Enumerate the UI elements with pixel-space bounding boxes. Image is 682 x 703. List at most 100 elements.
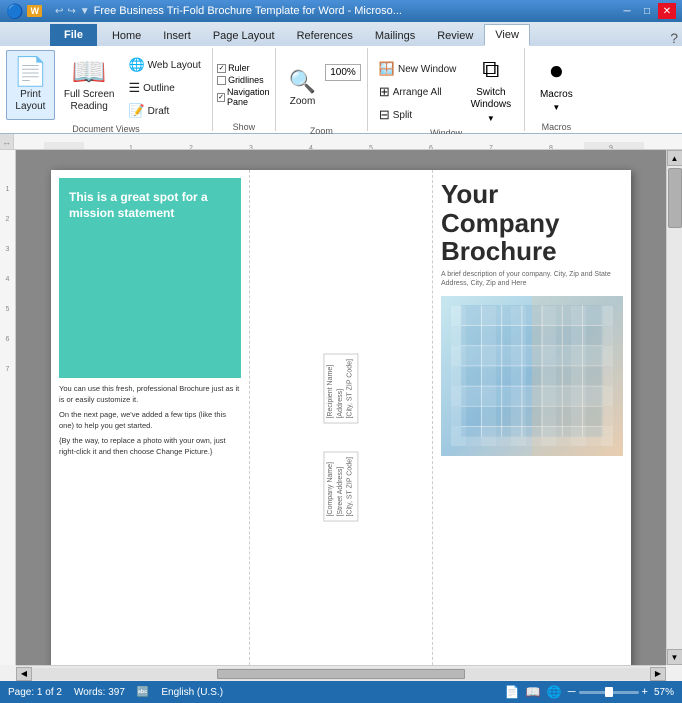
ribbon: 📄 PrintLayout 📖 Full ScreenReading 🌐 Web… [0,46,682,134]
close-button[interactable]: ✕ [658,3,676,19]
outline-button[interactable]: ☰ Outline [123,77,205,99]
brochure-col-mid: [Recipient Name] [Address] [City, ST ZIP… [250,170,433,665]
ribbon-group-macros: ⏺ Macros ▼ Macros [525,48,587,131]
document-area: 1 2 3 4 5 6 7 This is a great spot for a… [0,150,682,665]
scroll-thumb[interactable] [668,168,682,228]
para1: You can use this fresh, professional Bro… [59,384,241,405]
vertical-scrollbar[interactable]: ▲ ▼ [666,150,682,665]
print-layout-button[interactable]: 📄 PrintLayout [6,50,55,120]
switch-windows-button[interactable]: ⧉ SwitchWindows ▼ [463,54,518,124]
navbar-checkbox[interactable] [217,93,225,102]
svg-text:6: 6 [429,145,433,151]
ribbon-group-show: Ruler Gridlines Navigation Pane Show [213,48,276,131]
web-layout-icon: 🌐 [128,57,144,73]
view-reading-icon[interactable]: 📖 [526,685,541,699]
arrange-all-button[interactable]: ⊞ Arrange All [374,81,462,103]
svg-text:9: 9 [609,145,613,151]
view-web-icon[interactable]: 🌐 [547,685,562,699]
zoom-slider[interactable]: ─ + [568,686,648,698]
svg-text:3: 3 [249,145,253,151]
document-page: This is a great spot for a mission state… [51,170,631,665]
status-left: Page: 1 of 2 Words: 397 🔤 English (U.S.) [8,687,223,698]
company-title: Your Company Brochure [441,180,623,266]
svg-text:4: 4 [309,145,313,151]
tab-references[interactable]: References [286,24,364,46]
mission-heading: This is a great spot for a mission state… [69,190,231,221]
ribbon-group-zoom: 🔍 Zoom 100% Zoom [276,48,368,131]
spell-check-icon[interactable]: 🔤 [137,687,149,698]
page-info: Page: 1 of 2 [8,687,62,698]
new-window-icon: 🪟 [379,61,395,77]
teal-mission-box: This is a great spot for a mission state… [59,178,241,378]
svg-text:8: 8 [549,145,553,151]
ribbon-group-window: 🪟 New Window ⊞ Arrange All ⊟ Split ⧉ Swi… [368,48,526,131]
status-right: 📄 📖 🌐 ─ + 57% [505,685,674,699]
tab-mailings[interactable]: Mailings [364,24,426,46]
recipient-address: [Recipient Name] [Address] [City, ST ZIP… [323,354,358,424]
print-layout-icon: 📄 [13,58,48,86]
window-title: Free Business Tri-Fold Brochure Template… [94,5,402,17]
body-text-block: You can use this fresh, professional Bro… [59,384,241,457]
show-button[interactable]: Ruler Gridlines Navigation Pane [219,50,269,120]
title-bar: 🔵 W ↩ ↪ ▼ Free Business Tri-Fold Brochur… [0,0,682,22]
tab-insert[interactable]: Insert [152,24,202,46]
horizontal-scrollbar[interactable]: ◀ ▶ [16,665,666,681]
draft-icon: 📝 [128,103,144,119]
zoom-icon: 🔍 [289,71,316,93]
draft-button[interactable]: 📝 Draft [123,100,205,122]
scroll-down-button[interactable]: ▼ [667,649,682,665]
zoom-in-button[interactable]: + [642,686,648,698]
show-label: Show [233,120,256,132]
tab-file[interactable]: File [50,24,97,46]
building-image [441,296,623,456]
tab-home[interactable]: Home [101,24,152,46]
svg-text:5: 5 [369,145,373,151]
horizontal-ruler: ↔ 1 2 3 4 5 6 7 [0,134,682,150]
brochure-col-left: This is a great spot for a mission state… [51,170,250,665]
zoom-percent[interactable]: 57% [654,687,674,698]
para3: {By the way, to replace a photo with you… [59,436,241,457]
full-screen-icon: 📖 [72,58,107,86]
h-scroll-thumb[interactable] [217,669,464,679]
view-normal-icon[interactable]: 📄 [505,685,520,699]
macros-label: Macros [542,120,572,132]
svg-text:7: 7 [489,145,493,151]
view-small-buttons: 🌐 Web Layout ☰ Outline 📝 Draft [123,50,205,122]
zoom-button[interactable]: 🔍 Zoom [282,54,323,124]
word-icon: 🔵 [6,3,23,20]
zoom-out-button[interactable]: ─ [568,686,576,698]
main-content: ↔ 1 2 3 4 5 6 7 [0,134,682,681]
status-bar: Page: 1 of 2 Words: 397 🔤 English (U.S.)… [0,681,682,703]
zoom-percent-button[interactable]: 100% [325,64,361,81]
vertical-ruler: 1 2 3 4 5 6 7 [0,150,16,665]
new-window-button[interactable]: 🪟 New Window [374,58,462,80]
ruler-checkbox[interactable] [217,64,226,73]
macros-button[interactable]: ⏺ Macros ▼ [531,50,581,120]
scroll-up-button[interactable]: ▲ [667,150,682,166]
web-layout-button[interactable]: 🌐 Web Layout [123,54,205,76]
tab-page-layout[interactable]: Page Layout [202,24,286,46]
arrange-icon: ⊞ [379,84,390,100]
switch-windows-icon: ⧉ [482,56,499,84]
svg-text:1: 1 [129,145,133,151]
split-button[interactable]: ⊟ Split [374,104,462,126]
para2: On the next page, we've added a few tips… [59,410,241,431]
minimize-button[interactable]: ─ [618,3,636,19]
scroll-right-button[interactable]: ▶ [650,667,666,681]
page-container: This is a great spot for a mission state… [16,150,666,665]
scroll-left-button[interactable]: ◀ [16,667,32,681]
word-count: Words: 397 [74,687,125,698]
full-screen-reading-button[interactable]: 📖 Full ScreenReading [57,50,122,120]
tab-view[interactable]: View [484,24,530,46]
company-subtitle: A brief description of your company. Cit… [441,270,623,288]
svg-text:2: 2 [189,145,193,151]
help-icon: ? [670,30,678,46]
company-address: [Company Name] [Street Address] [City, S… [323,452,358,522]
outline-icon: ☰ [128,80,140,96]
ribbon-tabs: File Home Insert Page Layout References … [0,22,682,46]
gridlines-checkbox[interactable] [217,76,226,85]
language: English (U.S.) [161,687,223,698]
maximize-button[interactable]: □ [638,3,656,19]
tab-review[interactable]: Review [426,24,484,46]
split-icon: ⊟ [379,107,390,123]
